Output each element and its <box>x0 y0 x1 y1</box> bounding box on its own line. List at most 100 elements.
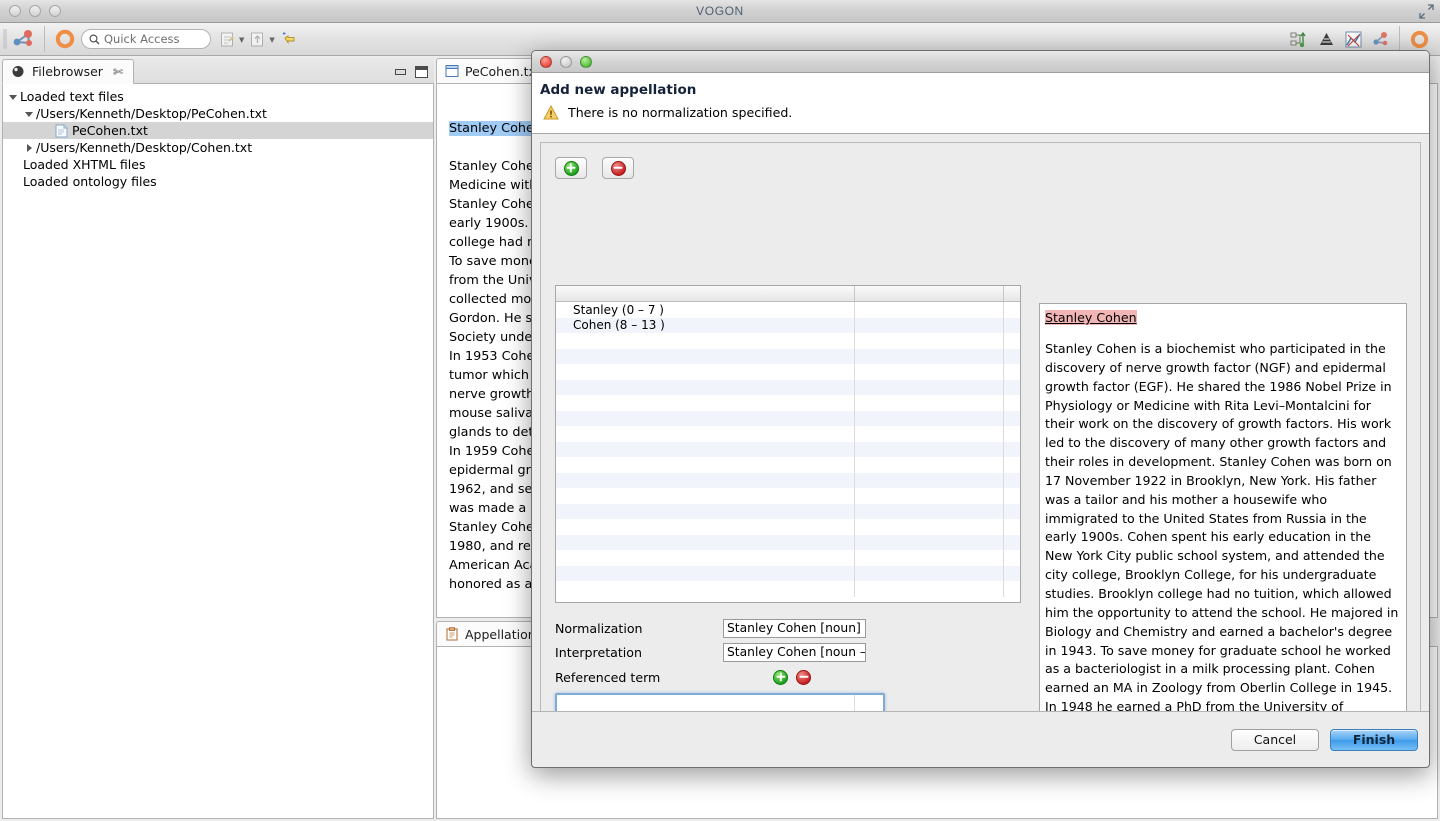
table-cell <box>1004 302 1020 318</box>
table-row[interactable] <box>556 426 1020 442</box>
table-row[interactable] <box>556 364 1020 380</box>
table-row[interactable] <box>556 457 1020 473</box>
pyramid-icon[interactable] <box>1317 30 1336 49</box>
new-wizard-icon[interactable] <box>219 31 236 48</box>
search-icon <box>89 33 100 44</box>
chevron-down-icon[interactable] <box>7 91 19 103</box>
table-row[interactable] <box>556 410 1020 426</box>
table-cell <box>1004 349 1020 365</box>
appellation-toolbar <box>541 143 1420 179</box>
source-text-panel[interactable]: Stanley Cohen Stanley Cohen is a biochem… <box>1039 303 1407 711</box>
chevron-right-icon[interactable] <box>23 142 35 154</box>
table-cell: Cohen (8 – 13 ) <box>556 317 855 333</box>
remove-appellation-button[interactable] <box>602 157 634 179</box>
minus-circle-icon[interactable] <box>796 669 811 685</box>
toolbar-separator <box>44 26 45 52</box>
new-wizard-dropdown-arrow[interactable]: ▼ <box>239 36 244 44</box>
network-icon[interactable] <box>1371 30 1390 49</box>
table-cell <box>1004 395 1020 411</box>
column-header-second[interactable] <box>855 286 1004 301</box>
quick-access-search[interactable]: Quick Access <box>81 29 211 49</box>
chevron-down-icon[interactable] <box>23 108 35 120</box>
add-appellation-dialog: Add new appellation There is no normaliz… <box>531 50 1430 768</box>
table-row[interactable] <box>556 565 1020 581</box>
table-cell <box>1004 581 1020 597</box>
table-row[interactable] <box>556 348 1020 365</box>
table-cell <box>556 503 855 519</box>
table-cell <box>1004 504 1020 520</box>
table-row[interactable] <box>556 379 1020 395</box>
perspective-icon[interactable] <box>54 28 76 50</box>
table-row[interactable] <box>556 472 1020 488</box>
add-appellation-button[interactable] <box>555 157 587 179</box>
dialog-title: Add new appellation <box>540 82 697 98</box>
table-cell <box>556 395 855 411</box>
table-cell <box>556 333 855 349</box>
normalization-input[interactable]: Stanley Cohen [noun] <box>723 618 866 638</box>
editor-file-icon <box>445 65 459 77</box>
filebrowser-tree[interactable]: Loaded text files /Users/Kenneth/Desktop… <box>2 84 434 819</box>
table-row[interactable] <box>556 550 1020 566</box>
open-type-dropdown-arrow[interactable]: ▼ <box>269 36 274 44</box>
tree-item[interactable]: /Users/Kenneth/Desktop/PeCohen.txt <box>3 105 433 122</box>
token-table[interactable]: Stanley (0 – 7 ) Cohen (8 – 13 ) <box>555 285 1021 603</box>
table-row[interactable] <box>556 488 1020 504</box>
tree-item-selected[interactable]: PeCohen.txt <box>3 122 433 139</box>
list-item[interactable] <box>557 695 883 711</box>
maximize-view-button[interactable] <box>415 66 428 78</box>
table-cell <box>855 379 1004 395</box>
interpretation-label: Interpretation <box>555 644 642 660</box>
source-text-heading-highlight: Stanley Cohen <box>1045 310 1137 325</box>
interpretation-input[interactable]: Stanley Cohen [noun – the <box>723 642 866 662</box>
table-cell <box>556 534 855 550</box>
cancel-button[interactable]: Cancel <box>1231 728 1319 751</box>
annotation-pointer-icon[interactable] <box>280 31 297 48</box>
text-file-icon <box>55 124 68 138</box>
table-row[interactable] <box>556 519 1020 535</box>
finish-button[interactable]: Finish <box>1330 728 1418 751</box>
dialog-header: Add new appellation There is no normaliz… <box>532 73 1429 134</box>
minus-circle-icon <box>610 160 626 176</box>
table-cell <box>556 348 855 364</box>
maximize-corner-icon[interactable] <box>1419 4 1434 19</box>
tab-editor-label: PeCohen.txt <box>465 63 541 79</box>
table-row[interactable] <box>556 333 1020 349</box>
dialog-zoom-button[interactable] <box>580 55 592 68</box>
tree-item[interactable]: Loaded XHTML files <box>3 156 433 173</box>
table-cell: Stanley (0 – 7 ) <box>556 302 855 318</box>
close-icon[interactable]: ✄ <box>113 65 123 79</box>
table-row[interactable]: Cohen (8 – 13 ) <box>556 317 1020 333</box>
table-row[interactable]: Stanley (0 – 7 ) <box>556 302 1020 318</box>
table-cell <box>855 364 1004 380</box>
table-row[interactable] <box>556 581 1020 597</box>
table-row[interactable] <box>556 534 1020 550</box>
open-type-icon[interactable] <box>249 31 266 48</box>
dialog-message-row: There is no normalization specified. <box>540 105 1429 120</box>
tree-item-label: PeCohen.txt <box>72 123 148 138</box>
perspective-switcher-icon[interactable] <box>1409 29 1430 50</box>
dialog-minimize-button[interactable] <box>560 55 572 68</box>
table-cell <box>556 519 855 535</box>
column-header-token[interactable] <box>556 286 855 301</box>
toolbar-grip[interactable] <box>2 26 8 52</box>
referenced-term-list[interactable] <box>555 693 885 711</box>
tree-item[interactable]: /Users/Kenneth/Desktop/Cohen.txt <box>3 139 433 156</box>
table-row[interactable] <box>556 503 1020 520</box>
tree-item[interactable]: Loaded ontology files <box>3 173 433 190</box>
table-row[interactable] <box>556 441 1020 457</box>
dialog-close-button[interactable] <box>540 55 552 68</box>
table-cell <box>855 472 1004 488</box>
table-row[interactable] <box>556 395 1020 411</box>
tab-filebrowser[interactable]: Filebrowser ✄ <box>2 59 134 84</box>
column-header-third[interactable] <box>1004 286 1020 301</box>
table-cell <box>855 426 1004 442</box>
window-titlebar: VOGON <box>0 0 1440 23</box>
plus-circle-icon[interactable] <box>773 669 788 685</box>
tab-filebrowser-label: Filebrowser <box>32 64 103 79</box>
hierarchy-icon[interactable] <box>1290 30 1309 49</box>
list-item[interactable] <box>557 710 883 711</box>
minimize-view-button[interactable] <box>393 66 406 76</box>
graph-icon[interactable] <box>1344 30 1363 49</box>
tree-item[interactable]: Loaded text files <box>3 88 433 105</box>
table-cell <box>855 333 1004 349</box>
